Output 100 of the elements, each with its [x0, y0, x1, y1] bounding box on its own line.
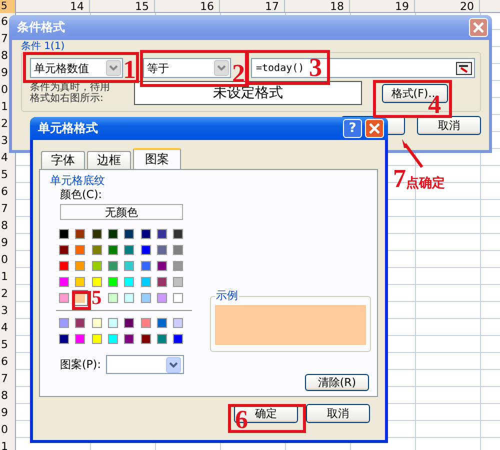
row-header: 6 — [0, 14, 9, 30]
close-button[interactable] — [365, 119, 384, 138]
color-swatch[interactable] — [124, 245, 134, 255]
dropdown[interactable]: 单元格数值 — [30, 58, 123, 78]
color-swatch[interactable] — [140, 229, 151, 239]
annotation-number: 7 — [393, 166, 406, 192]
color-swatch[interactable] — [108, 334, 118, 344]
color-swatch[interactable] — [140, 318, 151, 328]
color-swatch[interactable] — [124, 229, 134, 239]
color-swatch[interactable] — [124, 261, 134, 271]
row-header: 5 — [0, 167, 9, 183]
cancel-button[interactable]: 取消 — [306, 404, 370, 423]
column-header: 20 — [415, 0, 480, 12]
color-swatch[interactable] — [92, 261, 102, 271]
column-header: 18 — [285, 0, 350, 12]
color-swatch[interactable] — [124, 334, 134, 344]
color-swatch[interactable] — [173, 334, 184, 344]
color-swatch[interactable] — [156, 293, 167, 303]
color-swatch[interactable] — [140, 293, 151, 303]
color-swatch[interactable] — [108, 245, 118, 255]
color-swatch[interactable] — [92, 245, 102, 255]
color-swatch[interactable] — [75, 334, 86, 344]
color-swatch[interactable] — [75, 261, 86, 271]
column-header: 15 — [90, 0, 155, 12]
color-swatch[interactable] — [140, 245, 151, 255]
row-header: 5 — [0, 337, 9, 353]
color-swatch[interactable] — [59, 245, 70, 255]
color-swatch[interactable] — [140, 277, 151, 287]
column-header: 19 — [350, 0, 415, 12]
annotation-arrow — [400, 137, 426, 169]
row-header: 0 — [0, 422, 9, 438]
column-header: 14 — [16, 0, 90, 12]
range-picker-icon[interactable] — [456, 62, 472, 74]
row-header: 3 — [0, 303, 9, 319]
color-swatch[interactable] — [108, 277, 118, 287]
color-swatch[interactable] — [156, 277, 167, 287]
color-swatch[interactable] — [108, 229, 118, 239]
cancel-button[interactable]: 取消 — [417, 116, 481, 135]
color-swatch[interactable] — [108, 293, 118, 303]
color-swatch[interactable] — [173, 229, 184, 239]
row-header: 9 — [0, 405, 9, 421]
tab[interactable]: 图案 — [133, 148, 181, 169]
color-swatch[interactable] — [108, 318, 118, 328]
color-swatch[interactable] — [156, 334, 167, 344]
color-swatch[interactable] — [156, 318, 167, 328]
color-swatch[interactable] — [59, 229, 70, 239]
row-header: 1 — [0, 439, 9, 450]
row-header: 9 — [0, 65, 9, 81]
color-swatch[interactable] — [75, 229, 86, 239]
color-swatch[interactable] — [75, 245, 86, 255]
color-swatch[interactable] — [59, 277, 70, 287]
color-swatch[interactable] — [173, 261, 184, 271]
color-swatch[interactable] — [59, 334, 70, 344]
window-title: 条件格式 — [17, 19, 66, 36]
annotation-number: 1 — [123, 57, 136, 83]
color-swatch[interactable] — [124, 318, 134, 328]
color-swatch[interactable] — [173, 245, 184, 255]
row-header: 7 — [0, 201, 9, 217]
close-button[interactable] — [469, 18, 488, 37]
color-swatch[interactable] — [59, 261, 70, 271]
color-swatch[interactable] — [140, 261, 151, 271]
color-swatch[interactable] — [108, 261, 118, 271]
color-swatch[interactable] — [59, 293, 70, 303]
color-swatch[interactable] — [92, 334, 102, 344]
color-swatch[interactable] — [156, 229, 167, 239]
group-label: 条件 1(1) — [21, 41, 66, 52]
color-swatch[interactable] — [124, 293, 134, 303]
tab[interactable]: 边框 — [87, 151, 131, 169]
color-swatch[interactable] — [92, 318, 102, 328]
color-label: 颜色(C): — [60, 188, 103, 202]
color-swatch[interactable] — [75, 277, 86, 287]
color-swatch[interactable] — [173, 277, 184, 287]
pattern-dropdown[interactable] — [106, 355, 184, 374]
row-header: 7 — [0, 31, 9, 47]
color-swatch[interactable] — [92, 229, 102, 239]
dropdown-value: 单元格数值 — [34, 60, 89, 76]
row-header: 7 — [0, 371, 9, 387]
color-swatch[interactable] — [173, 318, 184, 328]
color-swatch[interactable] — [59, 318, 70, 328]
annotation-text: 点确定 — [406, 174, 445, 192]
row-header: 3 — [0, 133, 9, 149]
tab[interactable]: 字体 — [41, 151, 85, 169]
color-swatch[interactable] — [156, 245, 167, 255]
clear-button[interactable]: 清除(R) — [305, 374, 369, 391]
row-header: 1 — [0, 269, 9, 285]
color-swatch[interactable] — [92, 277, 102, 287]
color-swatch[interactable] — [75, 318, 86, 328]
no-color-button[interactable]: 无颜色 — [60, 204, 183, 220]
row-header: 2 — [0, 286, 9, 302]
row-header: 8 — [0, 388, 9, 404]
color-swatch[interactable] — [124, 277, 134, 287]
row-header: 8 — [0, 218, 9, 234]
annotation-number: 3 — [309, 55, 322, 81]
color-swatch[interactable] — [156, 261, 167, 271]
column-header: 16 — [155, 0, 220, 12]
dropdown[interactable]: 等于 — [143, 58, 231, 78]
color-swatch[interactable] — [140, 334, 151, 344]
row-header: 8 — [0, 48, 9, 64]
help-button[interactable]: ? — [343, 119, 362, 138]
color-swatch[interactable] — [173, 293, 184, 303]
